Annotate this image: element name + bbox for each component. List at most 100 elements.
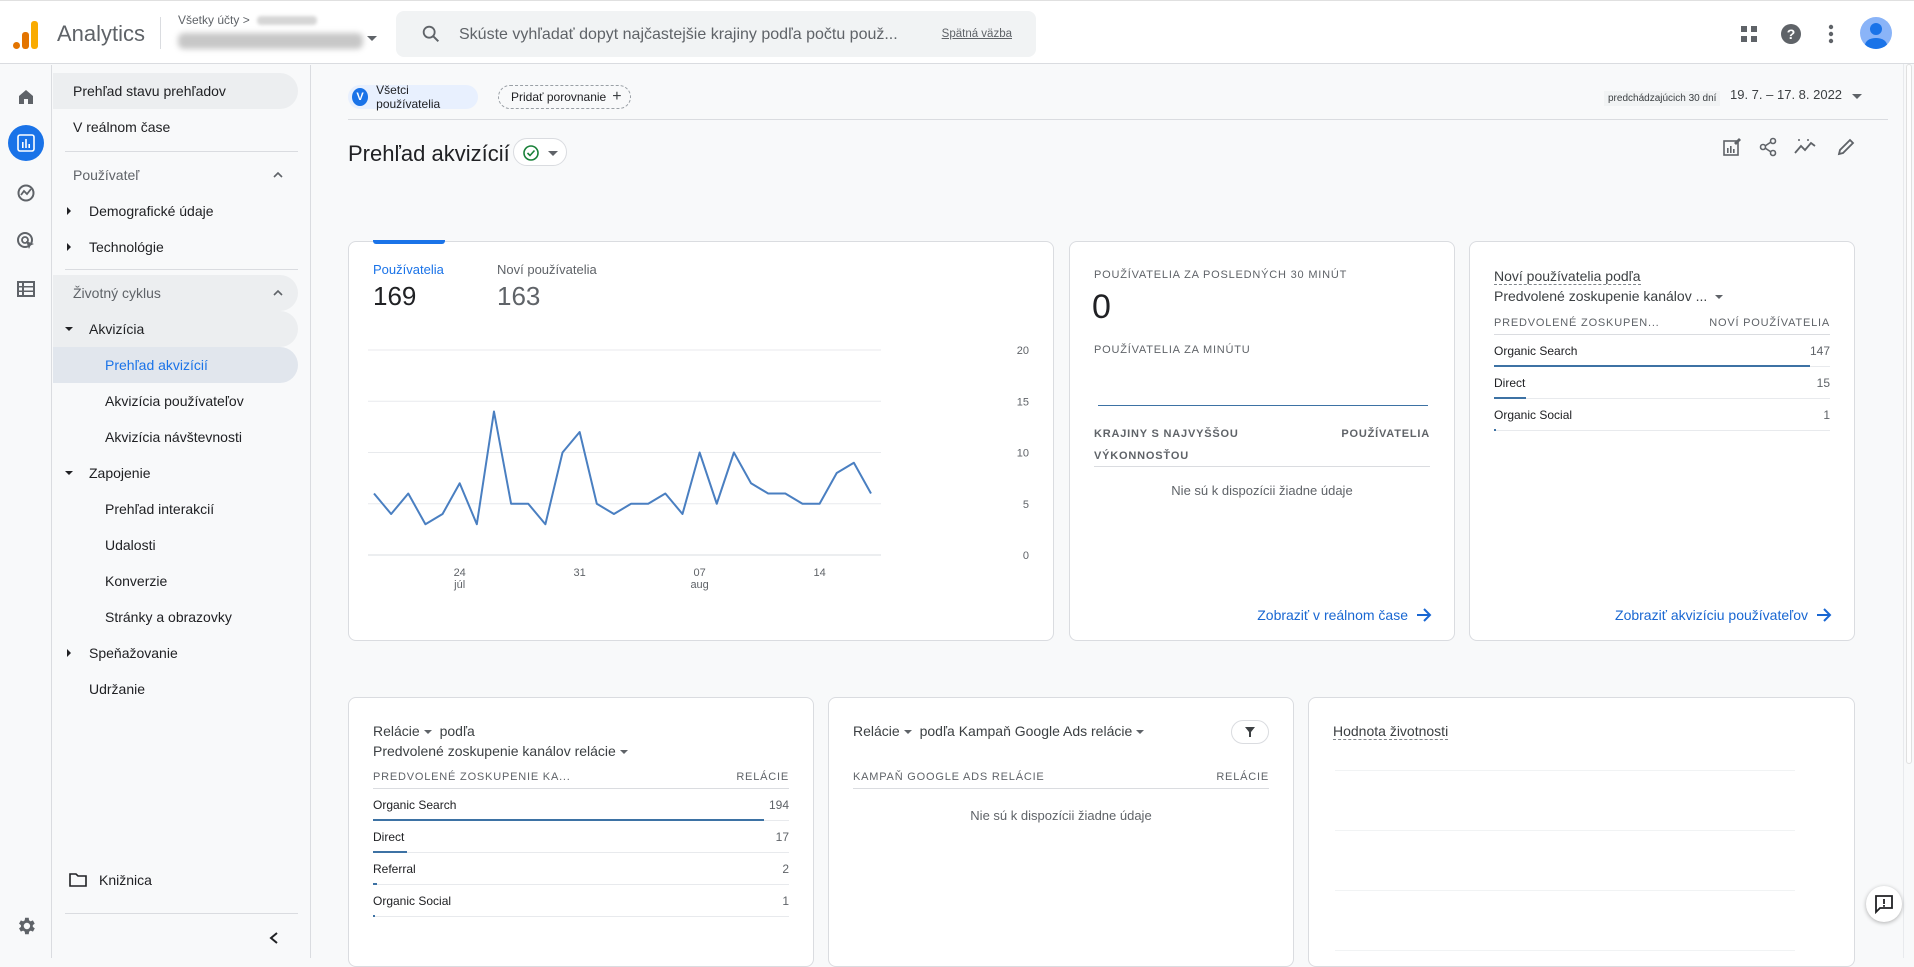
data-point[interactable] (814, 498, 826, 510)
rail-explore[interactable] (8, 175, 44, 211)
nav-events[interactable]: Udalosti (53, 527, 298, 563)
table-row[interactable]: Organic Social 1 (1494, 399, 1830, 431)
data-point[interactable] (676, 508, 688, 520)
date-range[interactable]: 19. 7. – 17. 8. 2022 (1730, 87, 1842, 102)
data-point[interactable] (574, 426, 586, 438)
dimension-selector[interactable]: Predvolené zoskupenie kanálov ... (1494, 288, 1727, 304)
more-vert-icon[interactable] (1827, 23, 1835, 45)
data-point[interactable] (625, 498, 637, 510)
nav-library[interactable]: Knižnica (53, 862, 298, 898)
table-row[interactable]: Direct 17 (373, 821, 789, 853)
nav-pages-screens[interactable]: Stránky a obrazovky (53, 599, 298, 635)
data-point[interactable] (454, 477, 466, 489)
table-row[interactable]: Organic Search 147 (1494, 335, 1830, 367)
nav-engagement[interactable]: Zapojenie (53, 455, 298, 491)
scrollbar-thumb[interactable] (1906, 64, 1912, 764)
dimension-selector[interactable]: Predvolené zoskupenie kanálov relácie (373, 743, 632, 759)
rail-home[interactable] (8, 79, 44, 115)
data-point[interactable] (659, 488, 671, 500)
nav-section-user[interactable]: Používateľ (53, 157, 298, 193)
rail-reports[interactable] (8, 125, 44, 161)
date-dropdown-caret-icon[interactable] (1852, 94, 1862, 99)
data-point[interactable] (728, 447, 740, 459)
nav-demographics[interactable]: Demografické údaje (53, 193, 298, 229)
data-point[interactable] (591, 498, 603, 510)
data-point[interactable] (779, 488, 791, 500)
nav-retention[interactable]: Udržanie (53, 671, 298, 707)
data-point[interactable] (694, 447, 706, 459)
data-point[interactable] (505, 498, 517, 510)
nav-acquisition-overview[interactable]: Prehľad akvizícií (53, 347, 298, 383)
data-point[interactable] (831, 467, 843, 479)
table-row[interactable]: Organic Social 1 (373, 885, 789, 917)
table-row[interactable]: Referral 2 (373, 853, 789, 885)
data-point[interactable] (762, 488, 774, 500)
data-point[interactable] (865, 488, 877, 500)
search-bar[interactable]: Skúste vyhľadať dopyt najčastejšie kraji… (396, 11, 1036, 57)
data-point[interactable] (471, 518, 483, 530)
breadcrumb-root[interactable]: Všetky účty (178, 13, 239, 27)
add-comparison-button[interactable]: Pridať porovnanie + (498, 85, 631, 109)
nav-traffic-acquisition[interactable]: Akvizícia návštevnosti (53, 419, 298, 455)
view-realtime-link[interactable]: Zobraziť v reálnom čase (1257, 607, 1432, 623)
data-point[interactable] (745, 477, 757, 489)
edit-pencil-icon[interactable] (1836, 137, 1856, 157)
feedback-link[interactable]: Spätná väzba (942, 28, 1012, 40)
data-point[interactable] (419, 518, 431, 530)
nav-monetization[interactable]: Speňažovanie (53, 635, 298, 671)
apps-icon[interactable] (1740, 25, 1758, 43)
data-point[interactable] (557, 447, 569, 459)
property-dropdown-caret-icon[interactable] (367, 36, 377, 41)
nav-acquisition[interactable]: Akvizícia (53, 311, 298, 347)
breadcrumb[interactable]: Všetky účty > (178, 13, 318, 27)
new-users-table: Predvolené zoskupen... Noví používatelia… (1494, 311, 1830, 431)
analytics-logo[interactable] (12, 19, 40, 49)
property-selector-redacted[interactable] (178, 33, 363, 49)
table-row[interactable]: Organic Search 194 (373, 789, 789, 821)
rail-advertising[interactable] (8, 223, 44, 259)
data-point[interactable] (642, 498, 654, 510)
report-status-dropdown[interactable] (513, 138, 567, 166)
divider (160, 17, 161, 49)
page-scrollbar[interactable] (1903, 64, 1914, 958)
data-point[interactable] (385, 508, 397, 520)
view-user-acquisition-link[interactable]: Zobraziť akvizíciu používateľov (1615, 607, 1832, 623)
data-point[interactable] (848, 457, 860, 469)
data-point[interactable] (608, 508, 620, 520)
data-point[interactable] (796, 498, 808, 510)
collapse-nav-chevron-icon[interactable] (268, 931, 280, 945)
divider (348, 119, 1888, 120)
gridline (1335, 830, 1795, 831)
date-preset-label[interactable]: predchádzajúcich 30 dní (1604, 91, 1721, 106)
metric-selector[interactable]: Relácie podľa (373, 723, 475, 739)
table-row[interactable]: Direct 15 (1494, 367, 1830, 399)
customize-report-icon[interactable] (1722, 137, 1742, 157)
nav-tech[interactable]: Technológie (53, 229, 298, 265)
nav-engagement-overview[interactable]: Prehľad interakcií (53, 491, 298, 527)
nav-conversions[interactable]: Konverzie (53, 563, 298, 599)
data-point[interactable] (488, 406, 500, 418)
ltv-title[interactable]: Hodnota životnosti (1333, 723, 1449, 740)
rail-configure[interactable] (8, 271, 44, 307)
rail-settings[interactable] (8, 908, 44, 944)
nav-user-acquisition[interactable]: Akvizícia používateľov (53, 383, 298, 419)
search-placeholder[interactable]: Skúste vyhľadať dopyt najčastejšie kraji… (459, 26, 898, 44)
nav-realtime[interactable]: V reálnom čase (53, 109, 298, 145)
nav-reports-snapshot[interactable]: Prehľad stavu prehľadov (53, 73, 298, 109)
data-point[interactable] (539, 518, 551, 530)
share-icon[interactable] (1758, 137, 1778, 157)
data-point[interactable] (711, 498, 723, 510)
data-point[interactable] (437, 508, 449, 520)
insights-icon[interactable] (1794, 137, 1816, 157)
data-point[interactable] (368, 488, 380, 500)
filter-button[interactable] (1231, 720, 1269, 744)
nav-section-lifecycle[interactable]: Životný cyklus (53, 275, 298, 311)
metric-dimension-selector[interactable]: Relácie podľa Kampaň Google Ads relácie (853, 723, 1148, 739)
data-point[interactable] (402, 488, 414, 500)
data-point[interactable] (522, 498, 534, 510)
segment-label: Všetci používatelia (376, 83, 441, 111)
segment-chip[interactable]: V Všetci používatelia (348, 83, 478, 111)
account-avatar[interactable] (1860, 17, 1892, 49)
help-icon[interactable]: ? (1780, 23, 1802, 45)
send-feedback-button[interactable] (1866, 886, 1902, 922)
